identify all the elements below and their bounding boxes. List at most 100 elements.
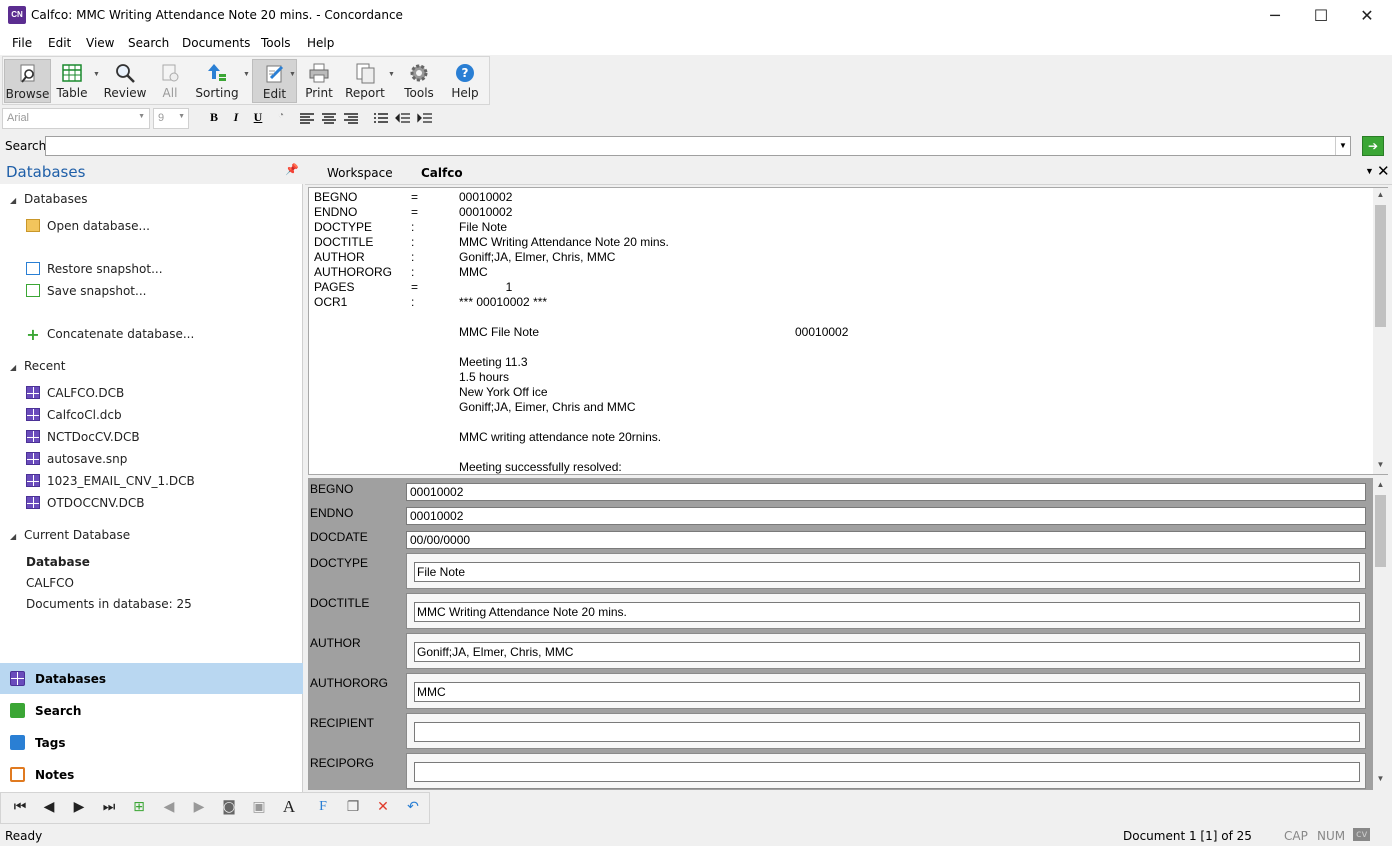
concatenate-database-link[interactable]: + Concatenate database... [26, 327, 194, 343]
save-snapshot-link[interactable]: Save snapshot... [26, 284, 146, 298]
underline-button[interactable]: U [249, 110, 267, 128]
table-dropdown-icon[interactable]: ▼ [93, 71, 100, 78]
font-size-select[interactable]: 9 ▼ [153, 108, 189, 129]
undo-icon[interactable]: ↶ [402, 799, 424, 819]
nav-search[interactable]: Search [0, 695, 303, 726]
recent-item[interactable]: autosave.snp [26, 452, 127, 466]
align-left-icon[interactable] [299, 112, 315, 126]
doc-field-value: MMC [459, 265, 488, 279]
doc-field-value: MMC Writing Attendance Note 20 mins. [459, 235, 669, 249]
first-record-icon[interactable]: ⏮ [9, 799, 31, 819]
edit-button[interactable]: Edit [252, 59, 297, 103]
align-center-icon[interactable] [321, 112, 337, 126]
edit-field-input[interactable]: 00/00/0000 [406, 531, 1366, 549]
report-dropdown-icon[interactable]: ▼ [388, 71, 395, 78]
review-button[interactable]: Review [103, 59, 147, 103]
search-dropdown-icon[interactable]: ▼ [1335, 137, 1350, 155]
browse-view[interactable]: BEGNO = 00010002 ENDNO = 00010002 DOCTYPE: File… [308, 187, 1388, 475]
bullet-list-icon[interactable] [373, 112, 389, 126]
report-button[interactable]: Report [343, 59, 387, 103]
decrease-indent-icon[interactable] [395, 112, 411, 126]
back-icon[interactable]: ◀ [158, 799, 180, 819]
doc-field-name: AUTHOR [314, 250, 365, 264]
pin-icon[interactable]: 📌 [285, 163, 299, 176]
print-button[interactable]: Print [301, 59, 337, 103]
nav-notes[interactable]: Notes [0, 759, 303, 790]
browse-scrollbar[interactable]: ▲ ▼ [1373, 188, 1388, 474]
edit-scrollbar[interactable]: ▲ ▼ [1373, 478, 1388, 790]
recent-item[interactable]: NCTDocCV.DCB [26, 430, 140, 444]
next-record-icon[interactable]: ▶ [68, 799, 90, 819]
edit-field-input[interactable] [414, 762, 1360, 782]
tools-button[interactable]: Tools [401, 59, 437, 103]
browse-button[interactable]: Browse [4, 59, 51, 103]
scrollbar-thumb[interactable] [1375, 205, 1386, 327]
close-button[interactable]: ✕ [1344, 0, 1390, 31]
help-button[interactable]: ? Help [447, 59, 483, 103]
nav-tags[interactable]: Tags [0, 727, 303, 758]
scroll-up-icon[interactable]: ▲ [1373, 190, 1388, 199]
font-select[interactable]: Arial ▼ [2, 108, 150, 129]
menu-search[interactable]: Search [128, 36, 169, 50]
restore-snapshot-link[interactable]: Restore snapshot... [26, 262, 163, 276]
recent-item[interactable]: OTDOCCNV.DCB [26, 496, 145, 510]
tab-list-icon[interactable]: ▼ [1365, 166, 1374, 176]
sorting-button[interactable]: Sorting [193, 59, 241, 103]
sorting-dropdown-icon[interactable]: ▼ [243, 71, 250, 78]
edit-dropdown-icon[interactable]: ▼ [289, 71, 296, 78]
section-current-database[interactable]: ◢ Current Database [10, 528, 130, 542]
edit-field-input[interactable]: MMC [414, 682, 1360, 702]
recent-item[interactable]: 1023_EMAIL_CNV_1.DCB [26, 474, 195, 488]
scroll-up-icon[interactable]: ▲ [1373, 480, 1388, 489]
nav-databases[interactable]: Databases [0, 663, 303, 694]
recent-item[interactable]: CALFCO.DCB [26, 386, 124, 400]
bold-button[interactable]: B [205, 110, 223, 128]
maximize-button[interactable]: ☐ [1298, 0, 1344, 31]
last-record-icon[interactable]: ⏭ [98, 799, 120, 819]
increase-indent-icon[interactable] [417, 112, 433, 126]
edit-field-input[interactable]: 00010002 [406, 483, 1366, 501]
scroll-down-icon[interactable]: ▼ [1373, 774, 1388, 783]
save-icon[interactable]: ▣ [248, 799, 270, 819]
highlight-icon[interactable]: ◔ [272, 110, 290, 128]
forward-icon[interactable]: ▶ [188, 799, 210, 819]
tab-workspace[interactable]: Workspace [327, 166, 393, 180]
search-go-button[interactable]: ➔ [1362, 136, 1384, 156]
menu-view[interactable]: View [86, 36, 114, 50]
snapshot-icon[interactable]: ◙ [218, 799, 240, 819]
section-recent[interactable]: ◢ Recent [10, 359, 65, 373]
menu-help[interactable]: Help [307, 36, 334, 50]
scroll-down-icon[interactable]: ▼ [1373, 460, 1388, 469]
align-right-icon[interactable] [343, 112, 359, 126]
open-database-link[interactable]: Open database... [26, 219, 150, 233]
font-icon[interactable]: A [278, 797, 300, 817]
doc-field-value: Goniff;JA, Elmer, Chris, MMC [459, 250, 616, 264]
italic-button[interactable]: I [227, 110, 245, 128]
add-record-icon[interactable]: ⊞ [128, 799, 150, 819]
edit-field-input[interactable]: Goniff;JA, Elmer, Chris, MMC [414, 642, 1360, 662]
tab-calfco[interactable]: Calfco [421, 166, 463, 180]
edit-field-input[interactable] [414, 722, 1360, 742]
menu-tools[interactable]: Tools [261, 36, 291, 50]
table-button[interactable]: Table [53, 59, 91, 103]
search-input[interactable] [45, 136, 1351, 156]
delete-icon[interactable]: ✕ [372, 799, 394, 819]
all-button[interactable]: All [153, 59, 187, 103]
scrollbar-thumb[interactable] [1375, 495, 1386, 567]
edit-field-input[interactable]: MMC Writing Attendance Note 20 mins. [414, 602, 1360, 622]
field-icon[interactable]: F [312, 799, 334, 819]
menu-edit[interactable]: Edit [48, 36, 71, 50]
menu-file[interactable]: File [12, 36, 32, 50]
menu-documents[interactable]: Documents [182, 36, 250, 50]
database-icon [26, 386, 40, 399]
minimize-button[interactable]: ─ [1252, 0, 1298, 31]
edit-field-input[interactable]: File Note [414, 562, 1360, 582]
recent-item[interactable]: CalfcoCl.dcb [26, 408, 122, 422]
edit-field-input[interactable]: 00010002 [406, 507, 1366, 525]
copy-icon[interactable]: ❐ [342, 799, 364, 819]
close-tab-icon[interactable]: ✕ [1377, 162, 1390, 180]
document-area: Workspace Calfco ▼ ✕ BEGNO = 00010002 ENDNO… [305, 160, 1392, 792]
section-databases[interactable]: ◢ Databases [10, 192, 88, 206]
previous-record-icon[interactable]: ◀ [38, 799, 60, 819]
browse-icon [20, 64, 34, 83]
